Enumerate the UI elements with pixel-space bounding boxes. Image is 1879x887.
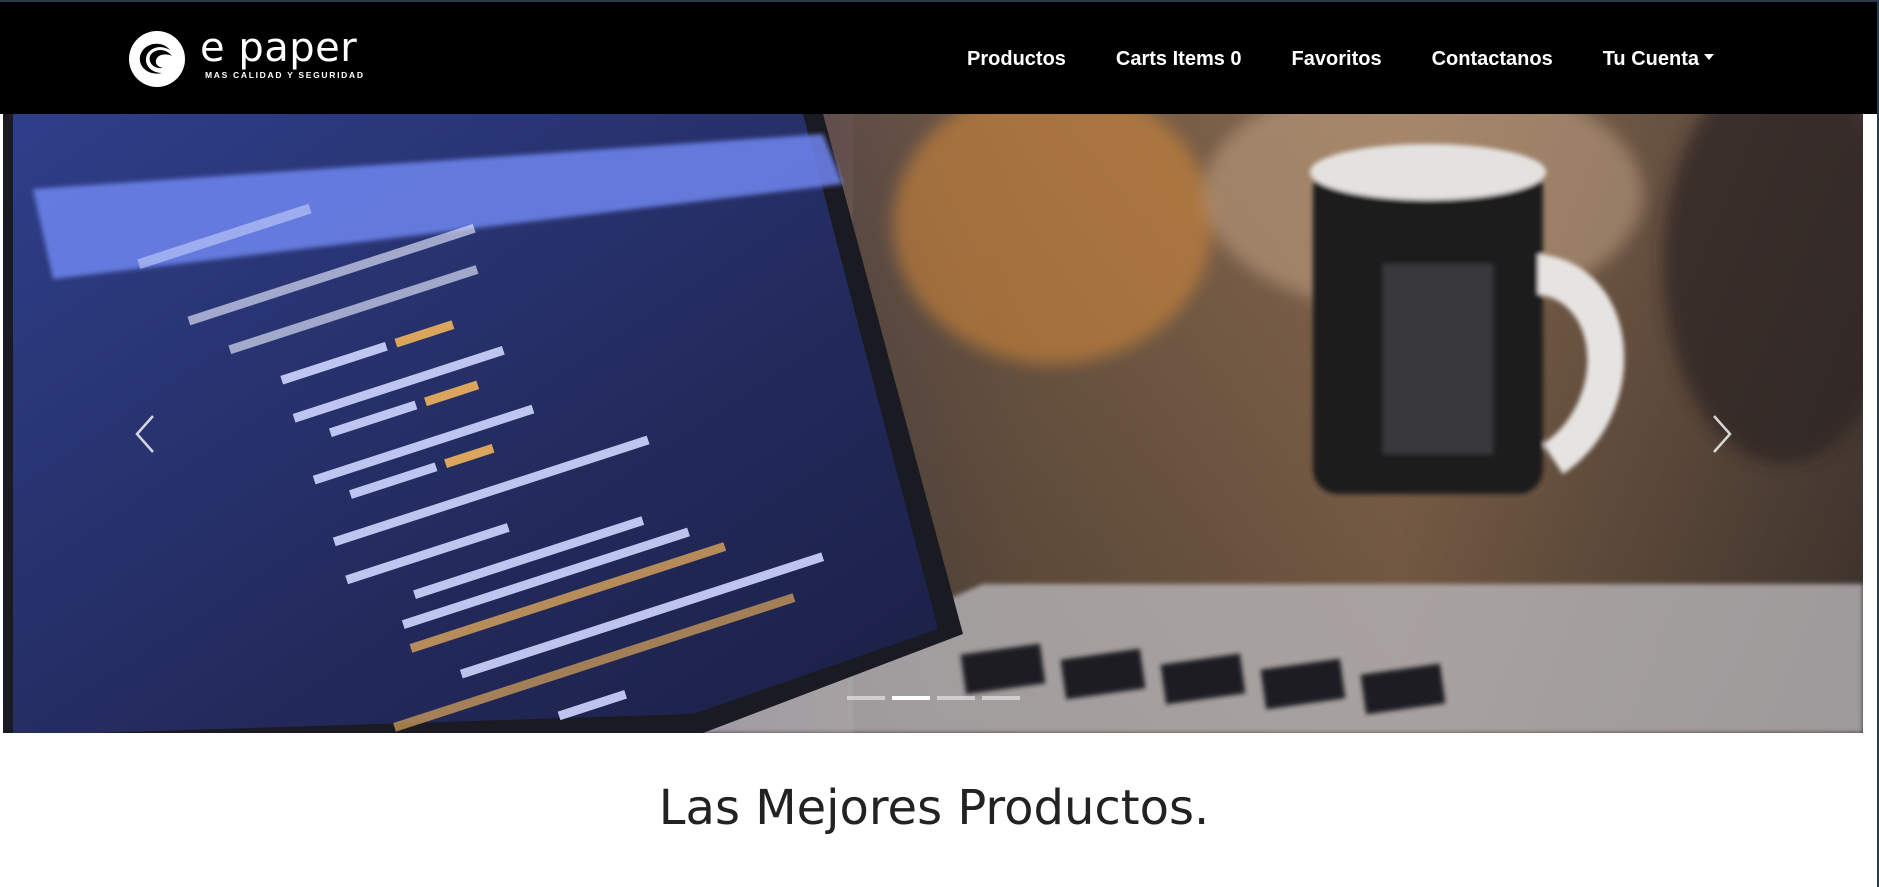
carousel-indicators: [3, 696, 1863, 700]
carousel-indicator-active[interactable]: [891, 696, 930, 700]
nav-item-productos[interactable]: Productos: [942, 48, 1091, 71]
nav-item-label: Tu Cuenta: [1602, 47, 1699, 70]
section-heading: Las Mejores Productos.: [658, 780, 1210, 836]
nav-item-label: Contactanos: [1431, 47, 1553, 70]
nav-item-tu-cuenta-dropdown[interactable]: Tu Cuenta: [1578, 48, 1739, 71]
brand-name: e paper: [200, 25, 358, 71]
hero-carousel[interactable]: [3, 114, 1863, 733]
code-lines-decoration: [137, 203, 825, 732]
carousel-next-button[interactable]: [1702, 404, 1742, 464]
nav-item-label: Productos: [967, 47, 1066, 70]
nav-item-favoritos[interactable]: Favoritos: [1267, 48, 1407, 71]
carousel-indicator[interactable]: [936, 696, 975, 700]
main-nav: Productos Carts Items 0 Favoritos Contac…: [942, 2, 1739, 116]
carousel-prev-button[interactable]: [125, 404, 165, 464]
carousel-indicator[interactable]: [846, 696, 885, 700]
chevron-left-icon: [135, 415, 154, 453]
top-navbar: e paper MAS CALIDAD Y SEGURIDAD Producto…: [0, 0, 1879, 114]
nav-item-label: Carts Items 0: [1115, 47, 1242, 70]
nav-item-contactanos[interactable]: Contactanos: [1407, 48, 1578, 71]
nav-item-label: Favoritos: [1291, 47, 1382, 70]
brand-tagline: MAS CALIDAD Y SEGURIDAD: [205, 70, 365, 80]
carousel-indicator[interactable]: [981, 696, 1020, 700]
chevron-right-icon: [1713, 415, 1732, 453]
brand-logo[interactable]: e paper MAS CALIDAD Y SEGURIDAD: [128, 25, 363, 88]
caret-down-icon: [1704, 54, 1714, 60]
moon-wave-logo-icon: [129, 31, 185, 87]
nav-item-cart[interactable]: Carts Items 0: [1091, 48, 1267, 71]
